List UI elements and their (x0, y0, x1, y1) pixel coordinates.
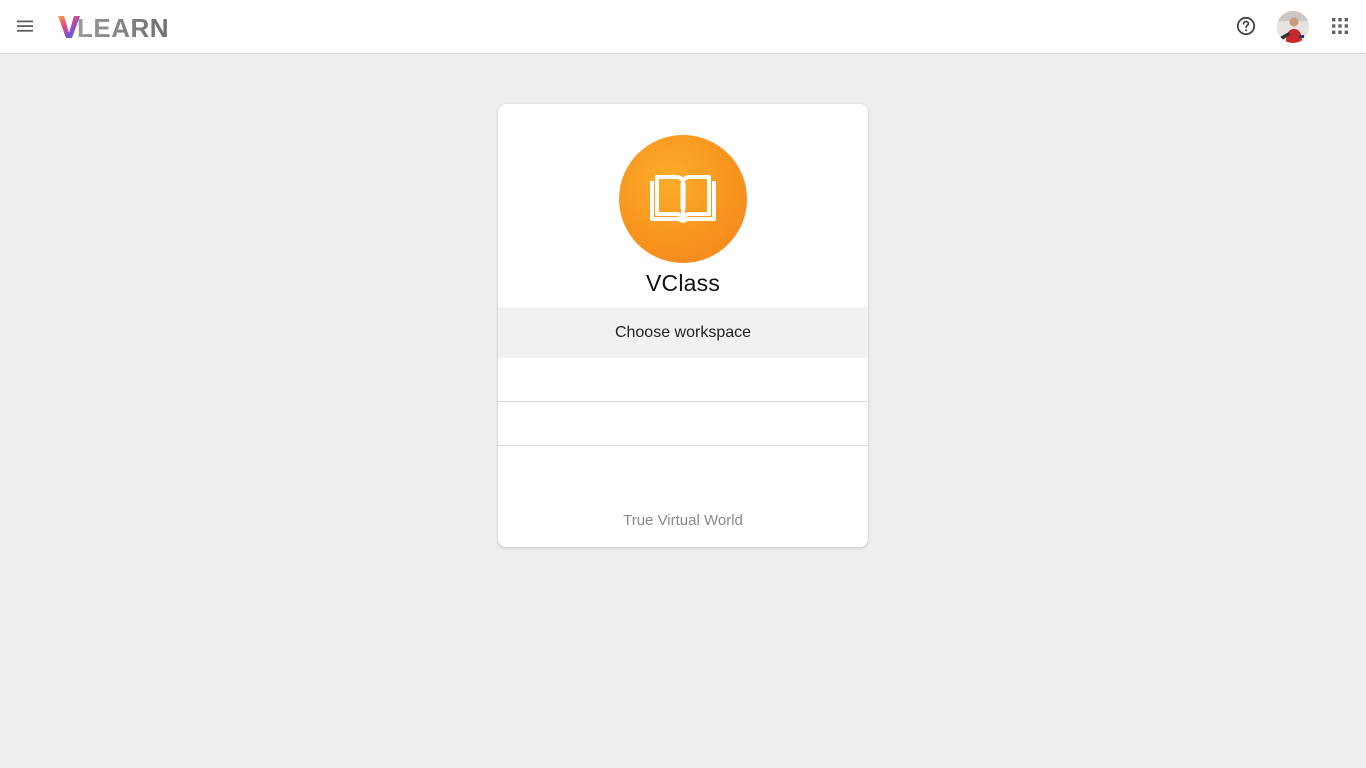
help-circle-icon[interactable] (1234, 14, 1258, 38)
workspace-card: VClass Choose workspace True Virtual Wor… (498, 104, 868, 547)
logo-text: LEARN (77, 13, 167, 43)
tagline: True Virtual World (623, 512, 743, 529)
choose-workspace-label: Choose workspace (498, 307, 868, 358)
choose-workspace-text: Choose workspace (614, 323, 752, 341)
vlearn-logo[interactable]: LEARN (57, 11, 167, 43)
vclass-app-icon (619, 135, 747, 263)
workspace-list-item[interactable] (498, 402, 868, 446)
open-book-icon (650, 175, 716, 223)
apps-grid-icon[interactable] (1328, 14, 1352, 38)
hamburger-menu-icon[interactable] (13, 14, 37, 38)
app-title: VClass (645, 270, 721, 296)
user-avatar[interactable] (1277, 11, 1309, 43)
workspace-list-item[interactable] (498, 358, 868, 402)
top-app-bar: LEARN (0, 0, 1366, 54)
